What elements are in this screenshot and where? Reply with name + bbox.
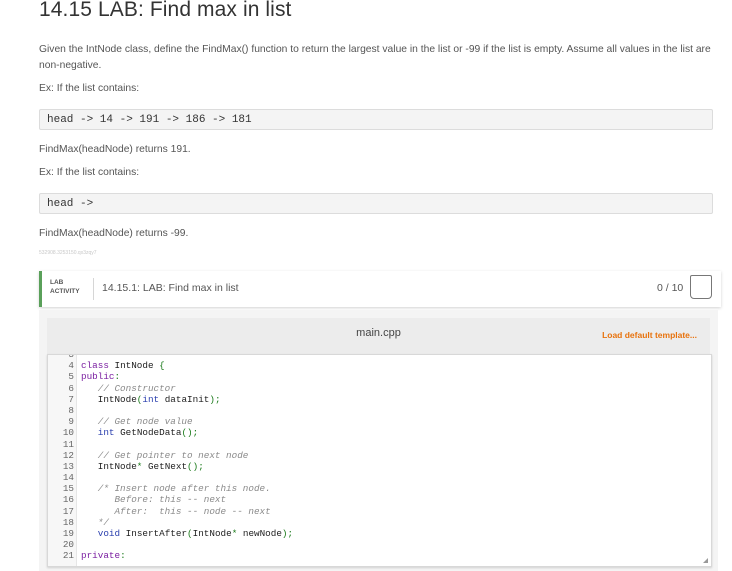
editor-header: main.cpp Load default template... [47, 318, 710, 354]
line-number: 8 [68, 404, 74, 416]
load-default-template-button[interactable]: Load default template... [602, 330, 697, 340]
example1-result: FindMax(headNode) returns 191. [39, 144, 191, 155]
code-line[interactable]: 9 // Get node value [48, 416, 192, 428]
line-number: 13 [62, 460, 74, 472]
code-text[interactable]: IntNode(int dataInit); [81, 394, 221, 405]
code-text[interactable]: public: [81, 371, 120, 382]
code-line[interactable]: 17 After: this -- node -- next [48, 505, 271, 517]
tracking-id: 532908.3253150.qx3zqy7 [39, 250, 97, 256]
line-number: 15 [62, 483, 74, 495]
code-line[interactable]: 11 [48, 439, 74, 450]
line-number: 19 [62, 528, 74, 539]
code-text[interactable]: // Get node value [81, 416, 193, 427]
code-line[interactable]: 18 */ [48, 516, 109, 528]
code-line[interactable]: 7 IntNode(int dataInit); [48, 393, 220, 405]
code-text[interactable]: // Get pointer to next node [81, 450, 249, 461]
example2-intro: Ex: If the list contains: [39, 167, 140, 178]
line-number: 9 [68, 416, 74, 428]
example1-code: head -> 14 -> 191 -> 186 -> 181 [39, 109, 713, 130]
line-number: 17 [62, 505, 74, 517]
code-line[interactable]: 8 [48, 405, 74, 416]
code-line[interactable]: 16 Before: this -- next [48, 494, 226, 506]
code-text[interactable]: class IntNode { [81, 360, 165, 371]
code-line[interactable]: 21 private: [48, 550, 126, 562]
code-text[interactable]: IntNode* GetNext(); [81, 461, 204, 472]
code-text[interactable]: void InsertAfter(IntNode* newNode); [81, 528, 293, 539]
code-line[interactable]: 19 void InsertAfter(IntNode* newNode); [48, 528, 293, 539]
code-text[interactable]: After: this -- node -- next [81, 506, 270, 517]
lab-activity-header: LAB ACTIVITY 14.15.1: LAB: Find max in l… [39, 271, 721, 307]
line-number: 4 [68, 360, 74, 372]
code-line[interactable]: 14 [48, 472, 74, 483]
line-number: 20 [62, 539, 74, 551]
line-number: 6 [68, 382, 74, 394]
line-number: 5 [68, 371, 74, 383]
description-text: Given the IntNode class, define the Find… [39, 44, 711, 71]
code-line[interactable]: 20 [48, 539, 74, 550]
code-text[interactable]: Before: this -- next [81, 494, 226, 505]
line-number: 16 [62, 494, 74, 506]
code-text[interactable]: int GetNodeData(); [81, 427, 198, 438]
code-line[interactable]: 4 class IntNode { [48, 360, 164, 372]
code-text[interactable]: */ [81, 517, 109, 528]
resize-handle-icon[interactable] [703, 558, 708, 563]
code-line[interactable]: 6 // Constructor [48, 382, 175, 394]
line-number: 11 [62, 438, 74, 450]
lab-tag-line1: LAB [50, 279, 64, 286]
line-number: 21 [62, 550, 74, 562]
code-line[interactable]: 5 public: [48, 371, 120, 383]
line-number: 12 [62, 449, 74, 461]
page-title: 14.15 LAB: Find max in list [39, 0, 292, 21]
line-number: 18 [62, 516, 74, 528]
code-text[interactable]: /* Insert node after this node. [81, 483, 271, 494]
code-text[interactable]: private: [81, 550, 126, 561]
divider [93, 278, 94, 300]
lab-score: 0 / 10 [657, 282, 684, 294]
code-text[interactable]: // Constructor [81, 383, 176, 394]
example2-result: FindMax(headNode) returns -99. [39, 228, 189, 239]
line-number: 7 [68, 393, 74, 405]
code-lines[interactable]: 3 4 class IntNode {5 public: 6 // Constructo… [48, 355, 293, 562]
code-line[interactable]: 15 /* Insert node after this node. [48, 483, 271, 495]
line-number: 14 [62, 472, 74, 484]
lab-title: 14.15.1: LAB: Find max in list [102, 282, 239, 294]
completion-badge-icon [690, 275, 712, 299]
lab-tag-line2: ACTIVITY [50, 288, 80, 295]
code-line[interactable]: 13 IntNode* GetNext(); [48, 460, 204, 472]
code-line[interactable]: 10 int GetNodeData(); [48, 427, 198, 439]
code-line[interactable]: 12 // Get pointer to next node [48, 449, 249, 461]
example2-code: head -> [39, 193, 713, 214]
lab-activity-tag: LAB ACTIVITY [50, 278, 80, 296]
example1-intro: Ex: If the list contains: [39, 83, 140, 94]
editor-panel: main.cpp Load default template... 3 4 clas… [39, 310, 718, 571]
line-number: 10 [62, 427, 74, 439]
code-editor[interactable]: 3 4 class IntNode {5 public: 6 // Constructo… [47, 354, 712, 567]
